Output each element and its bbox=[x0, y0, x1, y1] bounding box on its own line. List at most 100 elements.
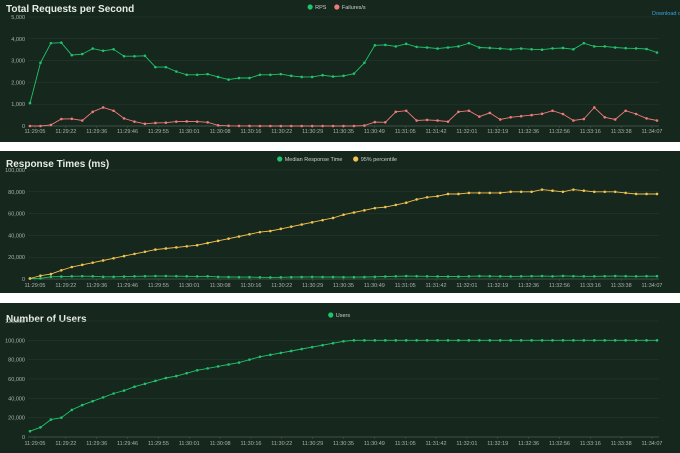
data-point[interactable] bbox=[342, 275, 345, 279]
data-point[interactable] bbox=[530, 113, 533, 117]
data-point[interactable] bbox=[91, 47, 94, 50]
data-point[interactable] bbox=[478, 191, 481, 195]
data-point[interactable] bbox=[457, 45, 460, 48]
data-point[interactable] bbox=[237, 361, 241, 364]
data-point[interactable] bbox=[28, 101, 32, 105]
data-point[interactable] bbox=[624, 339, 627, 342]
data-point[interactable] bbox=[488, 191, 492, 195]
data-point[interactable] bbox=[154, 121, 157, 125]
data-point[interactable] bbox=[122, 117, 126, 120]
data-point[interactable] bbox=[394, 339, 398, 342]
data-point[interactable] bbox=[164, 65, 168, 69]
data-point[interactable] bbox=[258, 355, 262, 359]
data-point[interactable] bbox=[216, 275, 220, 279]
data-point[interactable] bbox=[310, 124, 314, 128]
data-point[interactable] bbox=[310, 75, 314, 79]
data-point[interactable] bbox=[603, 274, 607, 278]
data-point[interactable] bbox=[216, 239, 220, 243]
data-point[interactable] bbox=[195, 369, 199, 372]
data-point[interactable] bbox=[645, 117, 648, 120]
data-point[interactable] bbox=[216, 365, 220, 368]
data-point[interactable] bbox=[269, 124, 272, 128]
data-point[interactable] bbox=[279, 72, 283, 76]
data-point[interactable] bbox=[457, 275, 460, 278]
data-point[interactable] bbox=[352, 275, 356, 279]
data-point[interactable] bbox=[133, 252, 136, 256]
data-point[interactable] bbox=[112, 392, 115, 395]
data-point[interactable] bbox=[498, 191, 502, 195]
data-point[interactable] bbox=[530, 274, 533, 278]
data-point[interactable] bbox=[164, 121, 168, 125]
data-point[interactable] bbox=[363, 209, 366, 212]
data-point[interactable] bbox=[122, 389, 126, 392]
data-point[interactable] bbox=[300, 223, 304, 226]
data-point[interactable] bbox=[28, 429, 32, 433]
data-point[interactable] bbox=[561, 339, 565, 342]
data-point[interactable] bbox=[195, 73, 199, 77]
data-point[interactable] bbox=[28, 124, 32, 128]
data-point[interactable] bbox=[582, 41, 586, 45]
data-point[interactable] bbox=[613, 339, 617, 342]
data-point[interactable] bbox=[645, 47, 648, 51]
data-point[interactable] bbox=[415, 198, 418, 201]
data-point[interactable] bbox=[467, 109, 471, 113]
data-point[interactable] bbox=[248, 124, 251, 128]
data-point[interactable] bbox=[363, 275, 366, 279]
data-point[interactable] bbox=[143, 122, 147, 126]
data-point[interactable] bbox=[530, 190, 533, 194]
data-point[interactable] bbox=[300, 347, 304, 351]
data-point[interactable] bbox=[645, 274, 648, 278]
data-point[interactable] bbox=[164, 247, 168, 250]
data-point[interactable] bbox=[572, 188, 575, 191]
data-point[interactable] bbox=[248, 76, 251, 80]
data-point[interactable] bbox=[310, 221, 314, 224]
data-point[interactable] bbox=[342, 74, 345, 78]
data-point[interactable] bbox=[540, 339, 544, 342]
data-point[interactable] bbox=[404, 109, 408, 113]
data-point[interactable] bbox=[561, 274, 565, 278]
data-point[interactable] bbox=[478, 115, 481, 118]
data-point[interactable] bbox=[175, 70, 178, 73]
data-point[interactable] bbox=[519, 47, 523, 50]
data-point[interactable] bbox=[655, 119, 659, 122]
data-point[interactable] bbox=[634, 274, 638, 278]
data-point[interactable] bbox=[582, 189, 586, 193]
data-point[interactable] bbox=[91, 110, 94, 114]
data-point[interactable] bbox=[519, 274, 523, 278]
data-point[interactable] bbox=[645, 339, 648, 342]
data-point[interactable] bbox=[206, 120, 209, 124]
data-point[interactable] bbox=[279, 227, 283, 231]
data-point[interactable] bbox=[154, 65, 157, 69]
data-point[interactable] bbox=[101, 106, 105, 109]
data-point[interactable] bbox=[415, 274, 418, 278]
data-point[interactable] bbox=[248, 275, 251, 279]
data-point[interactable] bbox=[467, 274, 471, 278]
data-point[interactable] bbox=[269, 353, 272, 357]
data-point[interactable] bbox=[384, 339, 387, 342]
data-point[interactable] bbox=[331, 216, 335, 220]
data-point[interactable] bbox=[478, 339, 481, 342]
data-point[interactable] bbox=[122, 54, 126, 58]
data-point[interactable] bbox=[404, 201, 408, 204]
data-point[interactable] bbox=[258, 73, 262, 77]
data-point[interactable] bbox=[613, 274, 617, 278]
data-point[interactable] bbox=[446, 192, 450, 196]
data-point[interactable] bbox=[321, 343, 324, 347]
data-point[interactable] bbox=[49, 418, 53, 421]
data-point[interactable] bbox=[415, 119, 418, 122]
data-point[interactable] bbox=[133, 54, 136, 58]
data-point[interactable] bbox=[80, 274, 84, 278]
data-point[interactable] bbox=[540, 188, 544, 191]
data-point[interactable] bbox=[655, 51, 659, 54]
data-point[interactable] bbox=[206, 72, 209, 76]
data-point[interactable] bbox=[436, 119, 439, 122]
data-point[interactable] bbox=[49, 123, 53, 127]
data-point[interactable] bbox=[342, 340, 345, 343]
data-point[interactable] bbox=[540, 112, 544, 116]
data-point[interactable] bbox=[593, 45, 596, 48]
data-point[interactable] bbox=[363, 61, 366, 65]
data-point[interactable] bbox=[561, 190, 565, 194]
data-point[interactable] bbox=[300, 275, 304, 279]
data-point[interactable] bbox=[624, 109, 627, 113]
data-point[interactable] bbox=[613, 190, 617, 194]
